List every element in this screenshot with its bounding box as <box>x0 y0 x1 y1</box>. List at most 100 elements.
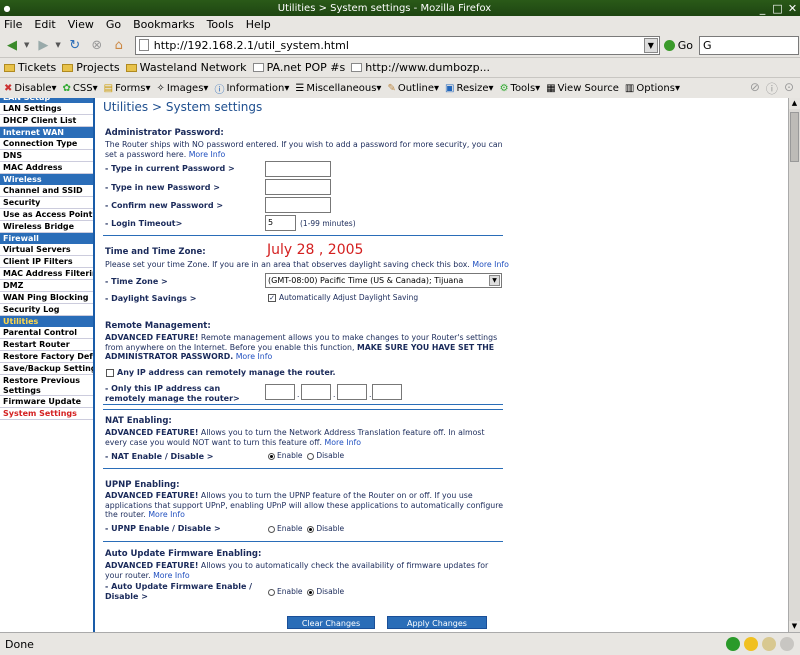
ip-octet-3-input[interactable] <box>337 384 367 400</box>
sidebar-item-restore-factory[interactable]: Restore Factory Default <box>0 351 93 363</box>
current-password-input[interactable] <box>265 161 331 177</box>
ip-octet-2-input[interactable] <box>301 384 331 400</box>
dev-css[interactable]: ✿ CSS▾ <box>63 83 98 94</box>
daylight-savings-checkbox[interactable]: ✓ <box>268 294 276 302</box>
dev-view-source[interactable]: ▦ View Source <box>546 83 619 94</box>
scroll-down-icon[interactable]: ▼ <box>789 621 800 632</box>
connection-status-icon[interactable] <box>726 637 740 651</box>
maximize-icon[interactable]: □ <box>770 2 785 15</box>
bookmark-panet[interactable]: PA.net POP #s <box>252 61 345 74</box>
auto-update-enable-radio[interactable] <box>268 588 275 596</box>
bookmark-projects[interactable]: Projects <box>62 61 120 74</box>
menu-edit[interactable]: Edit <box>34 18 55 31</box>
any-ip-option[interactable]: Any IP address can remotely manage the r… <box>106 368 336 377</box>
dev-images[interactable]: ✧ Images▾ <box>156 83 208 94</box>
time-more-info-link[interactable]: More Info <box>472 260 509 269</box>
menu-file[interactable]: File <box>4 18 22 31</box>
login-timeout-input[interactable]: 5 <box>265 215 296 231</box>
go-button[interactable]: Go <box>663 39 693 52</box>
upnp-disable-radio[interactable] <box>307 525 315 533</box>
bookmark-wasteland[interactable]: Wasteland Network <box>125 61 247 74</box>
sidebar-item-wireless-bridge[interactable]: Wireless Bridge <box>0 221 93 233</box>
url-bar[interactable]: http://192.168.2.1/util_system.html ▼ <box>134 35 660 55</box>
sidebar-item-mac-filtering[interactable]: MAC Address Filtering <box>0 268 93 280</box>
dev-disable[interactable]: ✖ Disable▾ <box>4 83 57 94</box>
dev-outline[interactable]: ✎ Outline▾ <box>387 83 439 94</box>
home-icon[interactable]: ⌂ <box>109 35 129 55</box>
html-status-icon[interactable]: ⓘ <box>766 80 778 97</box>
upnp-more-info-link[interactable]: More Info <box>148 510 185 519</box>
sidebar-item-security-log[interactable]: Security Log <box>0 304 93 316</box>
nat-more-info-link[interactable]: More Info <box>324 438 361 447</box>
clear-changes-button[interactable]: Clear Changes <box>287 616 375 629</box>
sidebar-item-dhcp-client-list[interactable]: DHCP Client List <box>0 115 93 127</box>
forward-icon[interactable]: ▶ <box>33 35 53 55</box>
ip-dot: . <box>297 390 300 399</box>
menu-view[interactable]: View <box>68 18 94 31</box>
new-password-input[interactable] <box>265 179 331 195</box>
extension-icon[interactable] <box>762 637 776 651</box>
dev-tools[interactable]: ⚙ Tools▾ <box>500 83 541 94</box>
admin-more-info-link[interactable]: More Info <box>189 150 226 159</box>
time-zone-select[interactable]: (GMT-08:00) Pacific Time (US & Canada); … <box>265 273 502 288</box>
sidebar-item-lan-settings[interactable]: LAN Settings <box>0 103 93 115</box>
window-menu-icon[interactable]: ● <box>0 4 14 13</box>
dev-resize[interactable]: ▣ Resize▾ <box>445 83 494 94</box>
page-scrollbar[interactable]: ▲ ▼ <box>788 98 800 632</box>
stop-icon[interactable]: ⊗ <box>87 35 107 55</box>
dev-information[interactable]: ⓘ Information▾ <box>214 81 289 96</box>
notification-icon[interactable] <box>744 637 758 651</box>
dev-forms[interactable]: ▤ Forms▾ <box>104 83 151 94</box>
sidebar-item-parental-control[interactable]: Parental Control <box>0 327 93 339</box>
ip-octet-1-input[interactable] <box>265 384 295 400</box>
sidebar-item-client-ip-filters[interactable]: Client IP Filters <box>0 256 93 268</box>
any-ip-checkbox[interactable] <box>106 368 114 377</box>
back-dropdown-icon[interactable]: ▼ <box>24 41 29 49</box>
menu-help[interactable]: Help <box>246 18 271 31</box>
ip-octet-4-input[interactable] <box>372 384 402 400</box>
nat-enable-radio[interactable] <box>268 452 275 460</box>
sidebar-item-save-backup[interactable]: Save/Backup Settings <box>0 363 93 375</box>
apply-changes-button[interactable]: Apply Changes <box>387 616 487 629</box>
search-input[interactable]: G <box>699 35 800 55</box>
sidebar-item-access-point[interactable]: Use as Access Point <box>0 209 93 221</box>
js-status-icon[interactable]: ⊙ <box>784 80 794 97</box>
close-icon[interactable]: ✕ <box>785 2 800 15</box>
back-icon[interactable]: ◀ <box>2 35 22 55</box>
daylight-savings-option[interactable]: ✓ Automatically Adjust Daylight Saving <box>268 293 418 302</box>
dev-miscellaneous[interactable]: ☰ Miscellaneous▾ <box>295 83 381 94</box>
sidebar-item-mac-address[interactable]: MAC Address <box>0 162 93 174</box>
auto-update-disable-radio[interactable] <box>307 588 315 596</box>
sidebar-item-wan-ping-blocking[interactable]: WAN Ping Blocking <box>0 292 93 304</box>
bookmark-tickets[interactable]: Tickets <box>4 61 56 74</box>
sidebar-item-dmz[interactable]: DMZ <box>0 280 93 292</box>
nat-disable-radio[interactable] <box>307 452 315 460</box>
sidebar-item-channel-ssid[interactable]: Channel and SSID <box>0 185 93 197</box>
sidebar-item-dns[interactable]: DNS <box>0 150 93 162</box>
upnp-enable-radio[interactable] <box>268 525 275 533</box>
sidebar-item-system-settings[interactable]: System Settings <box>0 408 93 420</box>
remote-more-info-link[interactable]: More Info <box>236 352 273 361</box>
menu-bookmarks[interactable]: Bookmarks <box>133 18 194 31</box>
dev-options[interactable]: ▥ Options▾ <box>625 83 680 94</box>
sidebar-item-restart-router[interactable]: Restart Router <box>0 339 93 351</box>
reload-icon[interactable]: ↻ <box>65 35 85 55</box>
scroll-up-icon[interactable]: ▲ <box>789 98 800 109</box>
sidebar-item-virtual-servers[interactable]: Virtual Servers <box>0 244 93 256</box>
sidebar-item-firmware-update[interactable]: Firmware Update <box>0 396 93 408</box>
sidebar-item-connection-type[interactable]: Connection Type <box>0 138 93 150</box>
sidebar-item-security[interactable]: Security <box>0 197 93 209</box>
menu-tools[interactable]: Tools <box>207 18 234 31</box>
scrollbar-thumb[interactable] <box>790 112 799 162</box>
minimize-icon[interactable]: _ <box>755 2 770 15</box>
menu-go[interactable]: Go <box>106 18 121 31</box>
dev-label: Resize▾ <box>456 82 494 94</box>
url-dropdown-icon[interactable]: ▼ <box>643 37 658 53</box>
css-status-icon[interactable]: ⊘ <box>750 80 760 97</box>
weather-icon[interactable] <box>780 637 794 651</box>
bookmark-dumbozp[interactable]: http://www.dumbozp... <box>351 61 490 74</box>
sidebar-item-restore-previous[interactable]: Restore Previous Settings <box>0 375 93 396</box>
confirm-password-input[interactable] <box>265 197 331 213</box>
forward-dropdown-icon[interactable]: ▼ <box>55 41 60 49</box>
auto-more-info-link[interactable]: More Info <box>153 571 190 580</box>
